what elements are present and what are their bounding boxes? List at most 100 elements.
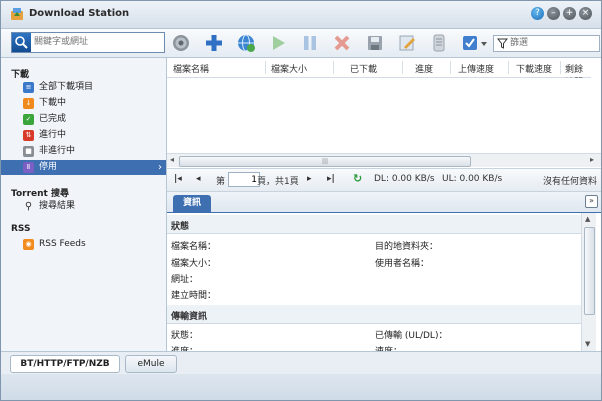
maximize-icon[interactable]: + (563, 7, 576, 20)
scrollbar-thumb[interactable] (584, 227, 595, 315)
page-number-input[interactable] (228, 172, 260, 187)
sidebar-item-active[interactable]: ⇅ 進行中 (1, 128, 166, 143)
scroll-right-icon[interactable]: ▸ (590, 155, 594, 164)
check-icon: ✓ (23, 114, 34, 125)
field-label-filename: 檔案名稱： (171, 242, 217, 252)
page-total-label: 頁，共1頁 (257, 177, 299, 187)
collapse-panel-icon[interactable]: » (585, 195, 598, 208)
field-label-transferred: 已傳輸 (UL/DL)： (375, 331, 448, 341)
pagination-bar: |◂ ◂ 第 頁，共1頁 ▸ ▸| ↻ DL: 0.00 KB/s UL: 0.… (167, 168, 601, 192)
downloads-section-title: 下載 (11, 70, 30, 80)
sidebar-item-inactive[interactable]: ■ 非進行中 (1, 144, 166, 159)
field-label-destination: 目的地資料夾： (375, 242, 439, 252)
close-icon[interactable]: × (579, 7, 592, 20)
download-station-window: Download Station ? – + × 關鍵字或網址 篩選 下載 ≡ … (0, 0, 602, 401)
torrent-search-section-title: Torrent 搜尋 (11, 189, 69, 199)
search-input[interactable] (34, 34, 159, 49)
section-title: 傳輸資訊 (171, 312, 208, 322)
sidebar-item-search-results[interactable]: ⚲ 搜尋結果 (1, 199, 166, 214)
tab-emule[interactable]: eMule (125, 355, 177, 373)
column-header-upload-speed[interactable]: 上傳速度 (458, 62, 494, 75)
first-page-icon[interactable]: |◂ (174, 174, 182, 184)
next-page-icon[interactable]: ▸ (307, 174, 312, 184)
sidebar-item-label: 非進行中 (39, 146, 76, 156)
last-page-icon[interactable]: ▸| (327, 174, 335, 184)
download-station-app-icon (11, 8, 23, 20)
clear-completed-icon[interactable] (429, 33, 449, 53)
page-prefix: 第 (216, 177, 226, 187)
sidebar-item-rss-feeds[interactable]: ◉ RSS Feeds (1, 237, 166, 252)
column-header-downloaded[interactable]: 已下載 (350, 62, 377, 75)
details-vertical-scrollbar[interactable]: ▲ ▼ (581, 213, 596, 351)
task-list-body (167, 78, 591, 153)
pause-icon[interactable] (300, 33, 320, 53)
tab-bt-http-ftp-nzb[interactable]: BT/HTTP/FTP/NZB (10, 355, 120, 373)
magnifier-icon: ⚲ (24, 201, 33, 212)
refresh-icon[interactable]: ↻ (353, 172, 362, 185)
filter-input[interactable] (510, 36, 596, 50)
select-checkbox-dropdown-icon[interactable] (461, 33, 489, 53)
column-header-filesize[interactable]: 檔案大小 (271, 62, 307, 75)
scroll-left-icon[interactable]: ◂ (170, 155, 174, 164)
sidebar-item-label: 全部下載項目 (39, 82, 94, 92)
scroll-up-icon[interactable]: ▲ (585, 215, 590, 223)
sidebar-item-label: 搜尋結果 (39, 201, 76, 211)
transfer-section-header: 傳輸資訊 (167, 305, 581, 324)
active-icon: ⇅ (23, 130, 34, 141)
add-url-globe-icon[interactable] (236, 33, 256, 53)
sidebar-item-label: 停用 (39, 162, 58, 172)
sidebar: 下載 ≡ 全部下載項目 ↓ 下載中 ✓ 已完成 ⇅ 進行中 ■ 非進行中 Ⅱ 停… (1, 58, 167, 351)
field-label-username: 使用者名稱： (375, 259, 430, 269)
previous-page-icon[interactable]: ◂ (196, 174, 201, 184)
status-section-header: 狀態 (167, 215, 581, 234)
toolbar (1, 29, 601, 58)
resume-play-icon[interactable] (268, 33, 288, 53)
rss-icon: ◉ (23, 239, 34, 250)
window-title: Download Station (29, 8, 130, 19)
settings-gear-icon[interactable] (171, 33, 191, 53)
sidebar-item-paused[interactable]: Ⅱ 停用 › (1, 160, 166, 175)
bottom-tab-bar: BT/HTTP/FTP/NZB eMule (1, 351, 601, 400)
filter-box (493, 35, 600, 52)
upload-speed-status: UL: 0.00 KB/s (442, 174, 503, 184)
filter-funnel-icon (497, 38, 508, 49)
minimize-icon[interactable]: – (547, 7, 560, 20)
download-speed-status: DL: 0.00 KB/s (374, 174, 435, 184)
field-label-created-time: 建立時間： (171, 291, 217, 301)
details-panel: 狀態 檔案名稱： 檔案大小： 網址： 建立時間： 目的地資料夾： 使用者名稱： … (167, 213, 581, 357)
no-data-label: 沒有任何資料 (543, 177, 598, 187)
search-box (11, 32, 165, 53)
field-label-url: 網址： (171, 275, 199, 285)
inactive-icon: ■ (23, 146, 34, 157)
help-icon[interactable]: ? (531, 7, 544, 20)
sidebar-item-label: RSS Feeds (39, 239, 86, 249)
title-bar: Download Station ? – + × (1, 1, 601, 29)
delete-x-icon[interactable] (332, 33, 352, 53)
column-header-filename[interactable]: 檔案名稱 (173, 62, 209, 75)
scroll-down-icon[interactable]: ▼ (585, 340, 590, 348)
tab-info[interactable]: 資訊 (173, 195, 211, 212)
sidebar-item-downloading[interactable]: ↓ 下載中 (1, 96, 166, 111)
column-header-progress[interactable]: 進度 (415, 62, 433, 75)
add-task-icon[interactable] (204, 33, 224, 53)
save-disk-icon[interactable] (365, 33, 385, 53)
sidebar-item-label: 已完成 (39, 114, 67, 124)
download-arrow-icon: ↓ (23, 98, 34, 109)
column-header-download-speed[interactable]: 下載速度 (516, 62, 552, 75)
field-label-filesize: 檔案大小： (171, 259, 217, 269)
field-label-status: 狀態： (171, 331, 199, 341)
section-title: 狀態 (171, 222, 190, 232)
rss-section-title: RSS (11, 224, 31, 234)
sidebar-item-all-downloads[interactable]: ≡ 全部下載項目 (1, 80, 166, 95)
sidebar-item-label: 下載中 (39, 98, 67, 108)
bottom-strip (1, 374, 601, 400)
chevron-right-icon: › (158, 162, 162, 173)
edit-icon[interactable] (397, 33, 417, 53)
sidebar-item-label: 進行中 (39, 130, 67, 140)
details-tab-bar: 資訊 » (167, 192, 601, 213)
search-icon[interactable] (12, 33, 31, 52)
task-list-horizontal-scrollbar[interactable]: ◂ ||| ▸ (167, 153, 601, 167)
list-icon: ≡ (23, 82, 34, 93)
scrollbar-thumb[interactable]: ||| (179, 156, 471, 167)
sidebar-item-completed[interactable]: ✓ 已完成 (1, 112, 166, 127)
